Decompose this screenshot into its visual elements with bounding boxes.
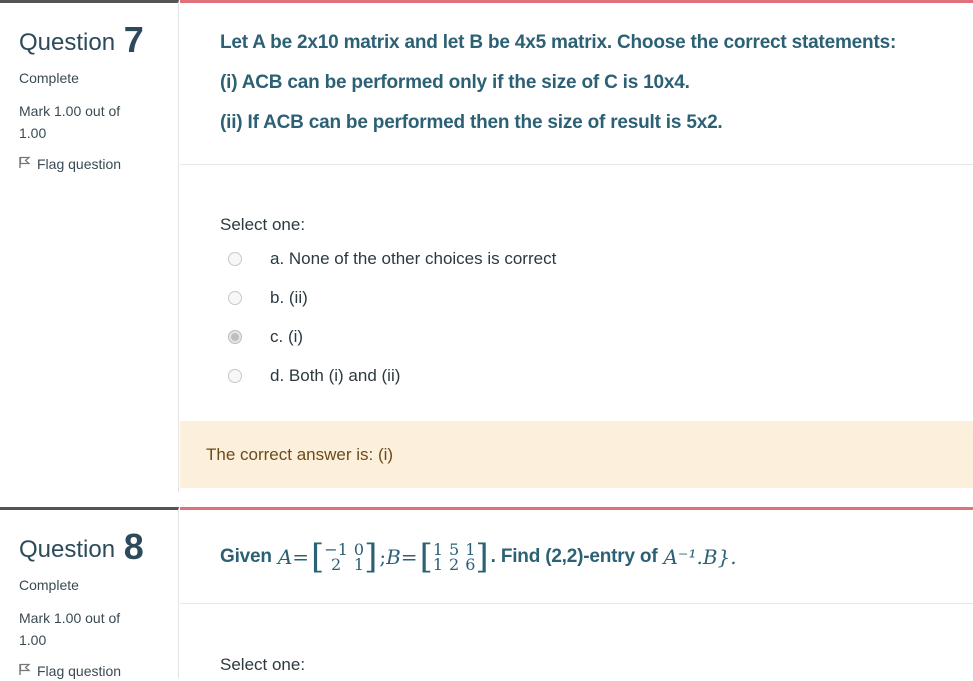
flag-question-link[interactable]: Flag question: [19, 663, 178, 679]
flag-question-link[interactable]: Flag question: [19, 156, 178, 172]
matrix-b: [ 1 5 1 1 2 6 ]: [419, 536, 489, 577]
question-info: Question 8 Complete Mark 1.00 out of 1.0…: [0, 507, 179, 679]
question-state: Complete: [19, 577, 79, 593]
question-label: Question: [19, 536, 116, 563]
question-state: Complete: [19, 70, 79, 86]
given-label: Given: [220, 545, 272, 567]
question-info: Question 7 Complete Mark 1.00 out of 1.0…: [0, 0, 179, 492]
question-content: Given A = [ −1 0 2 1 ] ; B = [ 1 5 1 1 2…: [180, 507, 973, 681]
radio-button[interactable]: [228, 290, 242, 305]
question-number: 8: [123, 526, 144, 567]
target-expression: A⁻¹.B}.: [663, 544, 737, 569]
question-heading: Question 7: [19, 22, 178, 60]
matrix-cell: 6: [465, 554, 476, 574]
question-text-line: Let A be 2x10 matrix and let B be 4x5 ma…: [220, 32, 897, 53]
feedback-text: The correct answer is: (i): [206, 444, 394, 464]
question-label: Question: [19, 29, 116, 56]
select-one-prompt: Select one:: [220, 215, 306, 234]
question-8: Question 8 Complete Mark 1.00 out of 1.0…: [0, 507, 973, 681]
answer-label[interactable]: d. Both (i) and (ii): [270, 366, 400, 386]
question-number: 7: [123, 19, 144, 60]
correct-answer-feedback: The correct answer is: (i): [180, 421, 973, 488]
flag-label: Flag question: [37, 663, 122, 679]
flag-label: Flag question: [37, 156, 122, 172]
radio-button[interactable]: [228, 368, 242, 383]
question-grade: Mark 1.00 out of 1.00: [19, 610, 121, 648]
radio-button[interactable]: [228, 251, 242, 266]
answer-label[interactable]: c. (i): [270, 327, 303, 347]
find-text: . Find (2,2)-entry of: [490, 545, 658, 567]
matrix-a: [ −1 0 2 1 ]: [311, 536, 378, 577]
question-text-line: (i) ACB can be performed only if the siz…: [220, 72, 690, 93]
matrix-cell: 1: [353, 554, 365, 574]
answer-option-d[interactable]: d. Both (i) and (ii): [220, 356, 556, 395]
question-grade: Mark 1.00 out of 1.00: [19, 103, 121, 141]
matrix-b-label: B: [386, 544, 401, 569]
answer-option-c[interactable]: c. (i): [220, 317, 556, 356]
question-content: Let A be 2x10 matrix and let B be 4x5 ma…: [180, 0, 973, 495]
question-heading: Question 8: [19, 529, 178, 567]
matrix-a-label: A: [277, 544, 293, 569]
radio-button-selected[interactable]: [228, 329, 242, 344]
answer-block: Select one: a. None of the other choices…: [220, 215, 556, 395]
select-one-prompt: Select one:: [220, 655, 306, 674]
answer-label[interactable]: a. None of the other choices is correct: [270, 249, 556, 269]
flag-icon: [19, 663, 31, 679]
matrix-cell: 1: [432, 554, 444, 574]
matrix-cell: 2: [449, 554, 460, 574]
question-text-line: (ii) If ACB can be performed then the si…: [220, 112, 723, 133]
matrix-cell: 2: [331, 554, 342, 574]
answer-option-b[interactable]: b. (ii): [220, 278, 556, 317]
answer-label[interactable]: b. (ii): [270, 288, 308, 308]
answer-option-a[interactable]: a. None of the other choices is correct: [220, 239, 556, 278]
flag-icon: [19, 156, 31, 172]
question-text: Given A = [ −1 0 2 1 ] ; B = [ 1 5 1 1 2…: [180, 510, 973, 604]
question-text: Let A be 2x10 matrix and let B be 4x5 ma…: [180, 3, 973, 165]
question-7: Question 7 Complete Mark 1.00 out of 1.0…: [0, 0, 973, 492]
